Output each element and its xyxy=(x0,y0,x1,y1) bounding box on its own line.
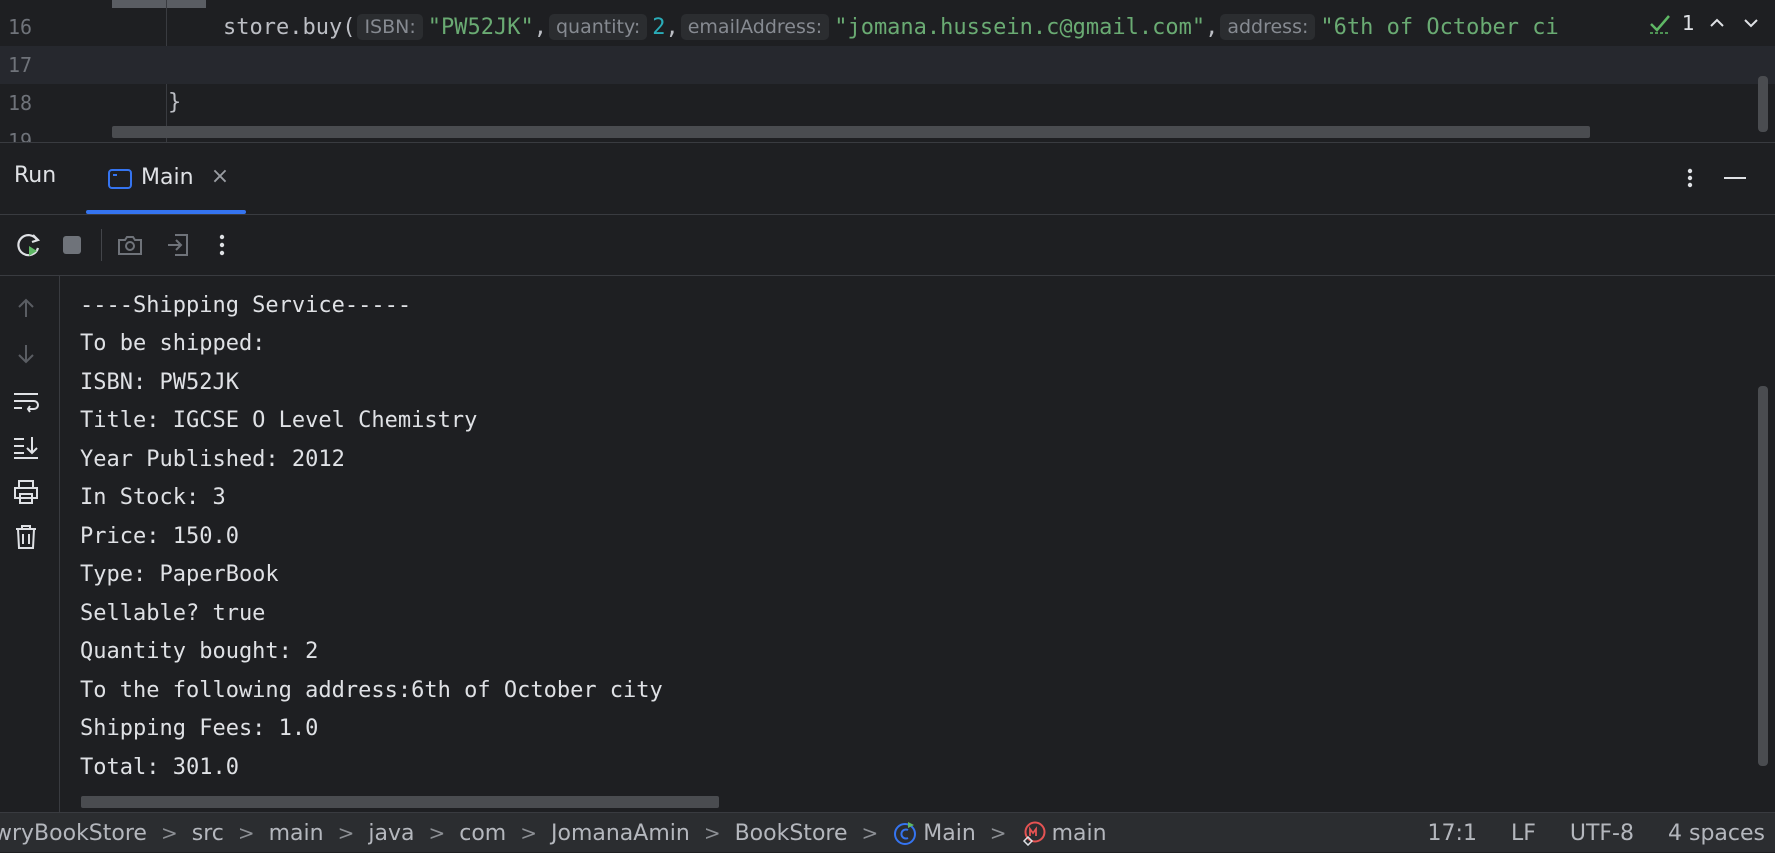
code-line-17[interactable]: 17 xyxy=(0,46,1775,84)
param-hint-isbn: ISBN: xyxy=(357,14,423,40)
breadcrumb-item[interactable]: src xyxy=(192,821,224,846)
file-encoding[interactable]: UTF-8 xyxy=(1570,821,1634,846)
tab-main[interactable]: Main × xyxy=(86,143,246,214)
indent-setting[interactable]: 4 spaces xyxy=(1668,821,1765,846)
console-line: Shipping Fees: 1.0 xyxy=(80,716,319,741)
quantity-argument: 2 xyxy=(652,14,666,40)
breadcrumb-item[interactable]: com xyxy=(459,821,506,846)
scroll-to-end-icon[interactable] xyxy=(10,431,42,463)
email-argument: "jomana.hussein.c@gmail.com" xyxy=(834,14,1206,40)
arrow-up-icon[interactable] xyxy=(10,292,42,324)
console-tab-icon xyxy=(108,169,132,193)
console-line: ----Shipping Service----- xyxy=(80,293,412,318)
console-line: ISBN: PW52JK xyxy=(80,370,239,395)
code-line-16[interactable]: 16 store.buy( ISBN: "PW52JK" , quantity:… xyxy=(0,8,1775,46)
close-icon[interactable]: × xyxy=(210,165,230,189)
chevron-right-icon: > xyxy=(989,821,1007,845)
active-tab-indicator xyxy=(86,210,246,214)
breadcrumb-item[interactable]: java xyxy=(368,821,414,846)
editor-horizontal-scrollbar[interactable] xyxy=(112,126,1590,138)
console-horizontal-scrollbar[interactable] xyxy=(81,796,719,808)
status-bar: wryBookStore > src > main > java > com >… xyxy=(0,812,1775,852)
camera-icon[interactable] xyxy=(114,229,146,261)
closing-brace: } xyxy=(168,90,182,115)
run-toolbar xyxy=(0,215,1775,276)
run-tool-window-header: Run Main × xyxy=(0,142,1775,215)
more-vertical-icon[interactable] xyxy=(206,229,238,261)
check-icon xyxy=(1648,11,1672,35)
exit-icon[interactable] xyxy=(162,229,194,261)
stop-icon[interactable] xyxy=(56,229,88,261)
param-hint-quantity: quantity: xyxy=(549,14,648,40)
caret-position[interactable]: 17:1 xyxy=(1428,821,1477,846)
breadcrumb-item[interactable]: Main xyxy=(923,821,976,846)
line-number: 18 xyxy=(8,91,33,115)
rerun-icon[interactable] xyxy=(13,229,45,261)
console-line: Total: 301.0 xyxy=(80,755,239,780)
console-output[interactable]: ----Shipping Service----- To be shipped:… xyxy=(60,276,1775,812)
chevron-right-icon: > xyxy=(861,821,879,845)
console-vertical-scrollbar[interactable] xyxy=(1758,386,1768,766)
inspection-count: 1 xyxy=(1682,11,1695,35)
chevron-right-icon: > xyxy=(237,821,255,845)
chevron-right-icon: > xyxy=(337,821,355,845)
method-icon xyxy=(1021,820,1047,846)
param-hint-email: emailAddress: xyxy=(680,14,830,40)
comma: , xyxy=(533,14,547,40)
tool-window-title: Run xyxy=(14,163,57,188)
breadcrumb: wryBookStore > src > main > java > com >… xyxy=(0,813,1107,853)
console-line: Price: 150.0 xyxy=(80,524,239,549)
buy-call[interactable]: store.buy( ISBN: "PW52JK" , quantity: 2 … xyxy=(223,8,1559,46)
chevron-right-icon: > xyxy=(160,821,178,845)
minimize-icon[interactable] xyxy=(1721,163,1749,193)
console-line: In Stock: 3 xyxy=(80,485,226,510)
breadcrumb-item[interactable]: BookStore xyxy=(735,821,848,846)
print-icon[interactable] xyxy=(10,476,42,508)
code-line-18[interactable]: 18 } xyxy=(0,84,1775,122)
console-line: Quantity bought: 2 xyxy=(80,639,319,664)
console-side-toolbar xyxy=(0,276,60,812)
breadcrumb-item[interactable]: main xyxy=(269,821,324,846)
trash-icon[interactable] xyxy=(10,521,42,553)
status-widgets: 17:1 LF UTF-8 4 spaces xyxy=(1428,813,1765,853)
inspection-widget[interactable]: 1 xyxy=(1642,8,1763,38)
line-number: 19 xyxy=(8,129,33,142)
chevron-right-icon: > xyxy=(520,821,537,845)
line-number: 17 xyxy=(8,53,33,77)
chevron-up-icon[interactable] xyxy=(1705,11,1729,35)
line-separator[interactable]: LF xyxy=(1511,821,1536,846)
console-line: Title: IGCSE O Level Chemistry xyxy=(80,408,478,433)
comma: , xyxy=(1205,14,1219,40)
chevron-right-icon: > xyxy=(428,821,446,845)
console-line: Year Published: 2012 xyxy=(80,447,345,472)
line-number: 16 xyxy=(8,15,33,39)
method-call: store.buy( xyxy=(223,14,356,40)
more-vertical-icon[interactable] xyxy=(1678,163,1702,193)
soft-wrap-icon[interactable] xyxy=(10,385,42,417)
console-line: To be shipped: xyxy=(80,331,266,356)
comma: , xyxy=(665,14,679,40)
console-line: To the following address:6th of October … xyxy=(80,678,663,703)
isbn-argument: "PW52JK" xyxy=(427,14,534,40)
code-editor[interactable]: 16 store.buy( ISBN: "PW52JK" , quantity:… xyxy=(0,0,1775,142)
editor-vertical-scrollbar[interactable] xyxy=(1758,76,1768,132)
address-argument: "6th of October ci xyxy=(1320,14,1559,40)
param-hint-address: address: xyxy=(1220,14,1316,40)
arrow-down-icon[interactable] xyxy=(10,338,42,370)
console-line: Type: PaperBook xyxy=(80,562,279,587)
breadcrumb-item[interactable]: JomanaAmin xyxy=(551,821,690,846)
chevron-down-icon[interactable] xyxy=(1739,11,1763,35)
toolbar-separator xyxy=(101,229,102,261)
chevron-right-icon: > xyxy=(703,821,721,845)
class-icon xyxy=(892,820,918,846)
breadcrumb-item[interactable]: wryBookStore xyxy=(0,821,147,846)
tab-label: Main xyxy=(141,165,194,190)
breadcrumb-item[interactable]: main xyxy=(1052,821,1107,846)
console-line: Sellable? true xyxy=(80,601,266,626)
